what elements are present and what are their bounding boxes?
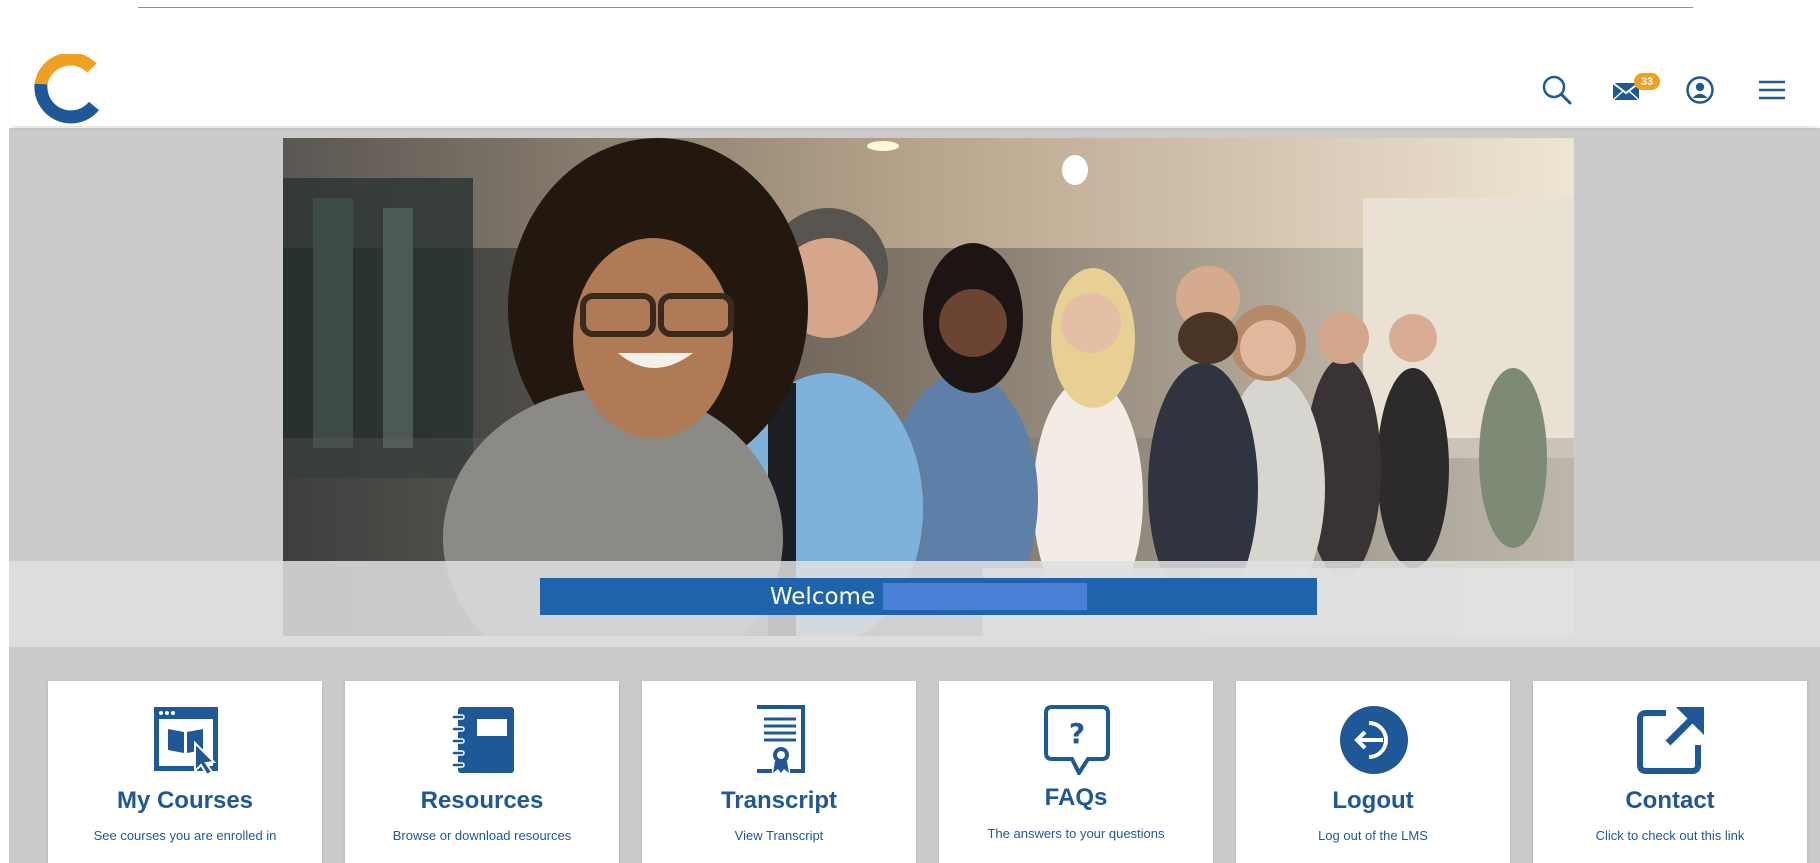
tile-my-courses[interactable]: My Courses See courses you are enrolled … <box>48 681 322 863</box>
tile-subtitle: Click to check out this link <box>1595 828 1745 843</box>
certificate-icon <box>757 705 805 773</box>
tile-title: Transcript <box>720 787 838 814</box>
tile-logout[interactable]: Logout Log out of the LMS <box>1236 681 1510 863</box>
top-divider <box>138 7 1693 8</box>
tile-title: Logout <box>1332 787 1414 814</box>
question-bubble-icon: ? <box>1044 705 1110 775</box>
logo[interactable] <box>34 54 104 124</box>
hamburger-menu-icon[interactable] <box>1751 70 1791 110</box>
tile-transcript[interactable]: Transcript View Transcript <box>642 681 916 863</box>
courses-icon <box>154 707 218 775</box>
welcome-text: Welcome <box>769 583 876 610</box>
tile-contact[interactable]: Contact Click to check out this link <box>1533 681 1807 863</box>
search-icon[interactable] <box>1537 70 1577 110</box>
tile-title: Resources <box>420 787 544 814</box>
mail-badge: 33 <box>1634 73 1660 90</box>
welcome-banner: Welcome <box>540 578 1317 615</box>
tile-faqs[interactable]: ? FAQs The answers to your questions <box>939 681 1213 863</box>
notebook-icon <box>451 707 514 773</box>
user-circle-icon[interactable] <box>1680 70 1720 110</box>
tile-resources[interactable]: Resources Browse or download resources <box>345 681 619 863</box>
tile-title: My Courses <box>116 787 254 814</box>
external-link-icon <box>1637 707 1704 774</box>
tile-subtitle: View Transcript <box>734 828 824 843</box>
svg-text:?: ? <box>1069 717 1085 750</box>
tile-subtitle: See courses you are enrolled in <box>93 828 277 843</box>
tile-subtitle: Browse or download resources <box>392 828 572 843</box>
redacted-user-name <box>883 583 1088 610</box>
tile-title: FAQs <box>1044 784 1108 811</box>
tile-subtitle: The answers to your questions <box>987 826 1165 841</box>
tile-subtitle: Log out of the LMS <box>1318 828 1428 843</box>
tile-title: Contact <box>1625 787 1715 814</box>
logout-icon <box>1340 706 1408 774</box>
